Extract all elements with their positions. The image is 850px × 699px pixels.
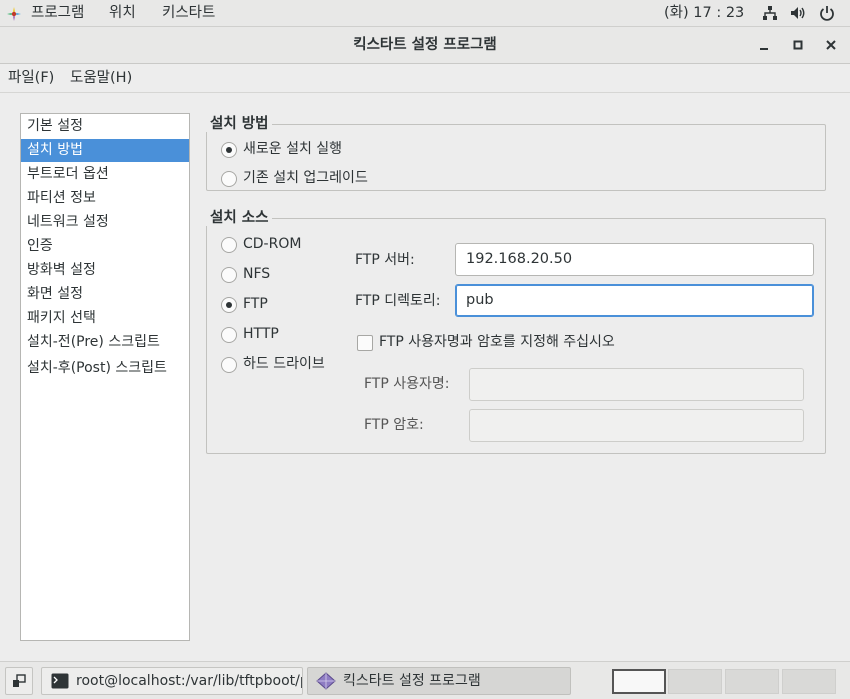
volume-icon[interactable]	[790, 5, 806, 21]
top-panel: 프로그램 위치 키스타트 (화) 17 : 23	[0, 0, 850, 27]
window-title: 킥스타트 설정 프로그램	[353, 37, 497, 53]
radio-nfs[interactable]	[221, 267, 237, 283]
sidebar-item-auth[interactable]: 인증	[21, 235, 189, 258]
workspace-4[interactable]	[782, 669, 836, 694]
terminal-icon	[51, 673, 69, 689]
radio-new-install[interactable]	[221, 142, 237, 158]
maximize-icon[interactable]	[791, 38, 805, 52]
sidebar-item-post-script[interactable]: 설치-후(Post) 스크립트	[21, 357, 189, 380]
taskbar-terminal-button[interactable]: root@localhost:/var/lib/tftpboot/px…	[41, 667, 303, 695]
power-icon[interactable]	[819, 5, 835, 21]
close-icon[interactable]	[824, 38, 838, 52]
radio-http[interactable]	[221, 327, 237, 343]
workspace-3[interactable]	[725, 669, 779, 694]
network-icon[interactable]	[762, 5, 778, 21]
radio-ftp[interactable]	[221, 297, 237, 313]
ftp-auth-checkbox[interactable]	[357, 335, 373, 351]
window-titlebar[interactable]: 킥스타트 설정 프로그램	[0, 27, 850, 64]
radio-upgrade-label[interactable]: 기존 설치 업그레이드	[243, 169, 368, 187]
applications-icon[interactable]	[7, 7, 21, 21]
menu-places[interactable]: 위치	[109, 0, 136, 27]
sidebar-item-firewall[interactable]: 방화벽 설정	[21, 259, 189, 282]
ftp-directory-input[interactable]: pub	[455, 284, 814, 317]
clock[interactable]: (화) 17 : 23	[664, 0, 744, 26]
ftp-server-label: FTP 서버:	[355, 252, 415, 268]
sidebar-item-network[interactable]: 네트워크 설정	[21, 211, 189, 234]
menu-applications[interactable]: 프로그램	[31, 0, 84, 27]
radio-new-install-label[interactable]: 새로운 설치 실행	[243, 140, 342, 158]
install-method-title: 설치 방법	[206, 116, 273, 132]
taskbar-kickstart-button[interactable]: 킥스타트 설정 프로그램	[307, 667, 571, 695]
ftp-directory-label: FTP 디렉토리:	[355, 293, 441, 309]
install-source-title: 설치 소스	[206, 210, 273, 226]
menu-kickstart[interactable]: 키스타트	[162, 0, 215, 27]
ftp-username-input[interactable]	[469, 368, 804, 401]
radio-nfs-label[interactable]: NFS	[243, 265, 270, 283]
ftp-server-input[interactable]: 192.168.20.50	[455, 243, 814, 276]
menu-help[interactable]: 도움말(H)	[70, 65, 132, 92]
sidebar-item-install-method[interactable]: 설치 방법	[21, 139, 189, 162]
sidebar-item-basic[interactable]: 기본 설정	[21, 115, 189, 138]
radio-upgrade[interactable]	[221, 171, 237, 187]
category-list[interactable]: 기본 설정 설치 방법 부트로더 옵션 파티션 정보 네트워크 설정 인증 방화…	[20, 113, 190, 641]
workspace-2[interactable]	[668, 669, 722, 694]
sidebar-item-display[interactable]: 화면 설정	[21, 283, 189, 306]
show-desktop-button[interactable]	[5, 667, 33, 695]
ftp-username-label: FTP 사용자명:	[364, 376, 450, 392]
radio-http-label[interactable]: HTTP	[243, 325, 279, 343]
menubar: 파일(F) 도움말(H)	[0, 65, 850, 93]
minimize-icon[interactable]	[757, 38, 771, 52]
radio-cdrom-label[interactable]: CD-ROM	[243, 235, 301, 253]
radio-ftp-label[interactable]: FTP	[243, 295, 268, 313]
sidebar-item-partition[interactable]: 파티션 정보	[21, 187, 189, 210]
kickstart-app-icon	[316, 672, 336, 690]
sidebar-item-pre-script[interactable]: 설치-전(Pre) 스크립트	[21, 331, 189, 354]
menu-file[interactable]: 파일(F)	[8, 65, 54, 92]
ftp-password-label: FTP 암호:	[364, 417, 424, 433]
ftp-auth-checkbox-label[interactable]: FTP 사용자명과 암호를 지정해 주십시오	[379, 333, 615, 351]
sidebar-item-packages[interactable]: 패키지 선택	[21, 307, 189, 330]
show-desktop-icon	[13, 674, 26, 687]
ftp-password-input[interactable]	[469, 409, 804, 442]
taskbar-terminal-label: root@localhost:/var/lib/tftpboot/px…	[76, 673, 302, 689]
taskbar: root@localhost:/var/lib/tftpboot/px… 킥스타…	[0, 661, 850, 699]
radio-hard-drive[interactable]	[221, 357, 237, 373]
radio-cdrom[interactable]	[221, 237, 237, 253]
workspace-1[interactable]	[612, 669, 666, 694]
sidebar-item-bootloader[interactable]: 부트로더 옵션	[21, 163, 189, 186]
taskbar-kickstart-label: 킥스타트 설정 프로그램	[343, 673, 481, 689]
radio-hard-drive-label[interactable]: 하드 드라이브	[243, 355, 325, 373]
